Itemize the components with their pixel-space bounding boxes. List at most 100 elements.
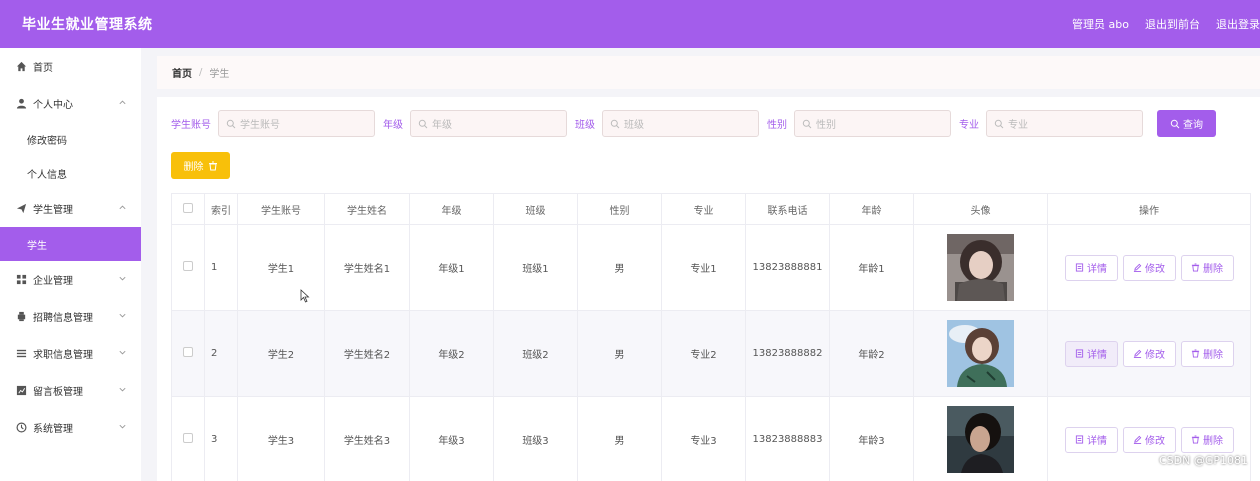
cell-gender: 男 — [577, 224, 662, 311]
search-icon — [610, 119, 620, 128]
sidebar-item-label: 系统管理 — [33, 424, 73, 435]
cell-age: 年龄2 — [829, 310, 914, 397]
cell-account: 学生2 — [237, 310, 325, 397]
cell-class: 班级2 — [493, 310, 578, 397]
cell-account: 学生1 — [237, 224, 325, 311]
cell-phone: 13823888881 — [745, 224, 830, 311]
column-header: 年龄 — [829, 193, 914, 225]
delete-button[interactable]: 删除 — [1180, 340, 1234, 367]
row-checkbox[interactable] — [183, 433, 193, 443]
cell-index: 3 — [204, 396, 238, 481]
table-header-row: 索引 学生账号 学生姓名 年级 班级 性别 专业 联系电话 年龄 头像 操作 — [171, 193, 1251, 225]
search-label-major: 专业 — [959, 120, 979, 131]
search-input-gender[interactable]: 性别 — [794, 110, 951, 137]
current-user: 管理员 abo — [1072, 18, 1129, 31]
edit-button[interactable]: 修改 — [1122, 340, 1176, 367]
edit-icon — [1133, 349, 1142, 358]
row-select-cell[interactable] — [171, 396, 205, 481]
table-row: 2 学生2 学生姓名2 年级2 班级2 男 专业2 13823888882 年龄… — [171, 310, 1251, 397]
student-table: 索引 学生账号 学生姓名 年级 班级 性别 专业 联系电话 年龄 头像 操作 1 — [171, 193, 1251, 481]
row-select-cell[interactable] — [171, 310, 205, 397]
cell-age: 年龄1 — [829, 224, 914, 311]
column-header: 索引 — [204, 193, 238, 225]
sidebar-item-label: 留言板管理 — [33, 387, 83, 398]
delete-button-label: 删除 — [1203, 264, 1223, 275]
batch-delete-button[interactable]: 删除 — [171, 152, 230, 179]
sidebar-item-job-seeking-management[interactable]: 求职信息管理 — [0, 335, 141, 372]
cell-operations: 详情 修改 删除 — [1047, 310, 1251, 397]
search-input-account[interactable]: 学生账号 — [218, 110, 375, 137]
cell-class: 班级1 — [493, 224, 578, 311]
delete-button[interactable]: 删除 — [1180, 254, 1234, 281]
breadcrumb-separator: / — [199, 67, 203, 78]
cell-avatar — [913, 224, 1048, 311]
row-checkbox[interactable] — [183, 261, 193, 271]
cell-name: 学生姓名1 — [324, 224, 410, 311]
watermark: CSDN @GP1081 — [1158, 454, 1248, 467]
chevron-down-icon — [119, 424, 126, 429]
avatar — [947, 234, 1014, 301]
row-checkbox[interactable] — [183, 347, 193, 357]
column-header: 学生姓名 — [324, 193, 410, 225]
breadcrumb-home[interactable]: 首页 — [172, 65, 192, 80]
sidebar-item-personal-center[interactable]: 个人中心 — [0, 85, 141, 122]
edit-button-label: 修改 — [1145, 264, 1165, 275]
search-input-grade[interactable]: 年级 — [410, 110, 567, 137]
delete-button-label: 删除 — [1203, 350, 1223, 361]
sidebar-item-home[interactable]: 首页 — [0, 48, 141, 85]
cell-phone: 13823888882 — [745, 310, 830, 397]
avatar — [947, 320, 1014, 387]
cell-major: 专业2 — [661, 310, 746, 397]
detail-button[interactable]: 详情 — [1064, 340, 1118, 367]
column-header: 头像 — [913, 193, 1048, 225]
app-title: 毕业生就业管理系统 — [22, 17, 153, 33]
search-icon — [418, 119, 428, 128]
sidebar-item-message-board-management[interactable]: 留言板管理 — [0, 372, 141, 409]
cell-operations: 详情 修改 删除 — [1047, 396, 1251, 481]
cell-class: 班级3 — [493, 396, 578, 481]
column-header: 操作 — [1047, 193, 1251, 225]
sidebar: 首页 个人中心 修改密码 个人信息 学生管理 学生 企业管理 招聘信息管理 求职… — [0, 48, 141, 481]
delete-button-label: 删除 — [1203, 436, 1223, 447]
sidebar-item-system-management[interactable]: 系统管理 — [0, 409, 141, 446]
delete-button[interactable]: 删除 — [1180, 426, 1234, 453]
sidebar-item-recruitment-management[interactable]: 招聘信息管理 — [0, 298, 141, 335]
chevron-up-icon — [119, 100, 126, 105]
top-header: 毕业生就业管理系统 管理员 abo 退出到前台 退出登录 — [0, 0, 1260, 48]
cell-grade: 年级1 — [409, 224, 494, 311]
mouse-cursor-icon — [300, 289, 310, 303]
search-icon — [802, 119, 812, 128]
detail-button[interactable]: 详情 — [1064, 426, 1118, 453]
select-all-checkbox[interactable] — [183, 202, 193, 213]
sidebar-item-label: 学生管理 — [33, 205, 73, 216]
chevron-down-icon — [119, 350, 126, 355]
sidebar-item-personal-info[interactable]: 个人信息 — [0, 156, 141, 190]
sidebar-item-company-management[interactable]: 企业管理 — [0, 261, 141, 298]
search-bar: 学生账号 学生账号 年级 年级 班级 班级 性别 性别 专业 专业 查询 — [171, 110, 1216, 137]
edit-button[interactable]: 修改 — [1122, 254, 1176, 281]
document-icon — [1075, 349, 1084, 358]
trash-icon — [1191, 349, 1200, 358]
search-input-class[interactable]: 班级 — [602, 110, 759, 137]
detail-button[interactable]: 详情 — [1064, 254, 1118, 281]
cell-grade: 年级2 — [409, 310, 494, 397]
back-to-front-link[interactable]: 退出到前台 — [1145, 16, 1200, 32]
query-button-label: 查询 — [1183, 120, 1203, 131]
sidebar-item-student-management[interactable]: 学生管理 — [0, 190, 141, 227]
cell-index: 2 — [204, 310, 238, 397]
logout-link[interactable]: 退出登录 — [1216, 16, 1260, 32]
sidebar-item-change-password[interactable]: 修改密码 — [0, 122, 141, 156]
printer-icon — [16, 311, 27, 322]
edit-button[interactable]: 修改 — [1122, 426, 1176, 453]
row-select-cell[interactable] — [171, 224, 205, 311]
search-input-major[interactable]: 专业 — [986, 110, 1143, 137]
select-all-cell[interactable] — [171, 193, 205, 225]
column-header: 联系电话 — [745, 193, 830, 225]
query-button[interactable]: 查询 — [1157, 110, 1216, 137]
edit-icon — [1133, 263, 1142, 272]
chart-icon — [16, 385, 27, 396]
sidebar-item-label: 修改密码 — [27, 135, 67, 147]
edit-icon — [1133, 435, 1142, 444]
sidebar-item-student[interactable]: 学生 — [0, 227, 141, 261]
sidebar-item-label: 招聘信息管理 — [33, 313, 93, 324]
